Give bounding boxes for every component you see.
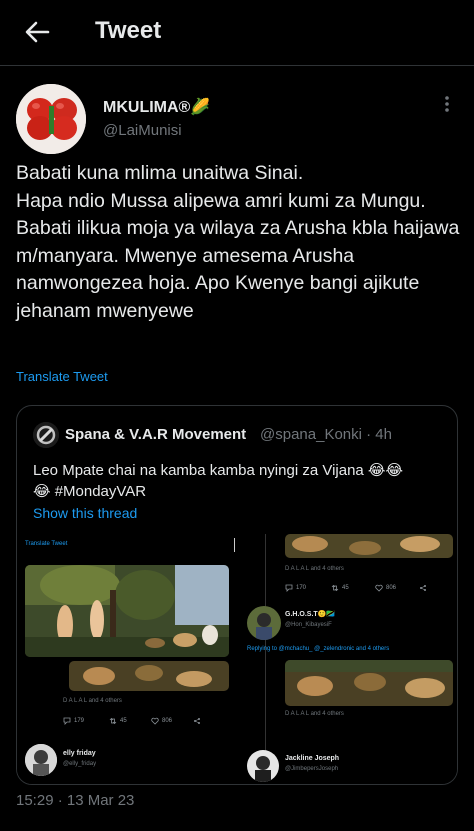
translate-tweet-link[interactable]: Translate Tweet xyxy=(16,369,108,384)
more-dots-icon[interactable] xyxy=(439,94,455,114)
painting-left-strip xyxy=(69,661,229,691)
mini-replying-to: Replying to @mchachu_ @_zelendronic and … xyxy=(247,646,390,652)
thread-line xyxy=(265,534,266,774)
reply-icon: 179 xyxy=(63,717,84,725)
share-icon xyxy=(419,584,427,592)
like-icon: 806 xyxy=(151,717,172,725)
mini-bottom-handle: @JimbepersJoseph xyxy=(285,766,339,772)
mini-liked-by-top: D A L A L and 4 others xyxy=(285,566,344,572)
top-bar: Tweet xyxy=(0,0,474,66)
mini-avatar-ghost xyxy=(247,606,281,640)
like-icon: 806 xyxy=(375,584,396,592)
painting-right-top xyxy=(285,534,453,558)
reply-icon: 170 xyxy=(285,584,306,592)
arrow-left-icon[interactable] xyxy=(22,17,52,47)
mini-liked-by: D A L A L and 4 others xyxy=(63,698,122,704)
mini-liked-by-right: D A L A L and 4 others xyxy=(285,711,344,717)
mini-reply-name: elly friday xyxy=(63,750,96,757)
retweet-icon: 45 xyxy=(331,584,349,592)
painting-right-bottom xyxy=(285,660,453,706)
mini-retweets-count: 45 xyxy=(120,718,127,724)
mini-avatar-jackline xyxy=(247,750,279,782)
avatar[interactable] xyxy=(16,84,86,154)
mini-translate-link: Translate Tweet xyxy=(25,541,68,547)
show-thread-link[interactable]: Show this thread xyxy=(33,505,137,521)
mini-avatar-elly xyxy=(25,744,57,776)
retweet-icon: 45 xyxy=(109,717,127,725)
mini-bottom-name: Jackline Joseph xyxy=(285,755,340,762)
mini-likes-count: 806 xyxy=(162,718,173,724)
mini-user-name: G.H.O.S.T🙂🇹🇿 xyxy=(285,611,336,618)
quote-avatar xyxy=(33,422,59,448)
author-handle[interactable]: @LaiMunisi xyxy=(103,122,182,139)
cursor-line xyxy=(234,538,235,552)
mini-reply-handle: @elly_friday xyxy=(63,761,97,767)
quote-author-name[interactable]: Spana & V.A.R Movement xyxy=(65,426,246,443)
quote-text: Leo Mpate chai na kamba kamba nyingi za … xyxy=(33,462,403,500)
quoted-tweet[interactable]: Spana & V.A.R Movement @spana_Konki · 4h… xyxy=(16,405,458,785)
tweet-timestamp[interactable]: 15:29 · 13 Mar 23 xyxy=(16,792,134,809)
mini-replies-count-top: 170 xyxy=(296,585,307,591)
author-name[interactable]: MKULIMA®🌽 xyxy=(103,97,210,117)
quote-author-handle[interactable]: @spana_Konki · 4h xyxy=(260,426,392,443)
mini-retweets-count-top: 45 xyxy=(342,585,349,591)
tweet-text: Babati kuna mlima unaitwa Sinai. Hapa nd… xyxy=(16,162,460,322)
mini-replies-count: 179 xyxy=(74,718,85,724)
painting-left xyxy=(25,565,229,657)
page-title: Tweet xyxy=(95,17,162,44)
share-icon xyxy=(193,717,201,725)
mini-user-handle: @Hon_KibayesiF xyxy=(285,622,332,628)
quote-media-image[interactable]: Translate Tweet D A L A L and 4 others 1… xyxy=(17,528,457,784)
mini-likes-count-top: 806 xyxy=(386,585,397,591)
